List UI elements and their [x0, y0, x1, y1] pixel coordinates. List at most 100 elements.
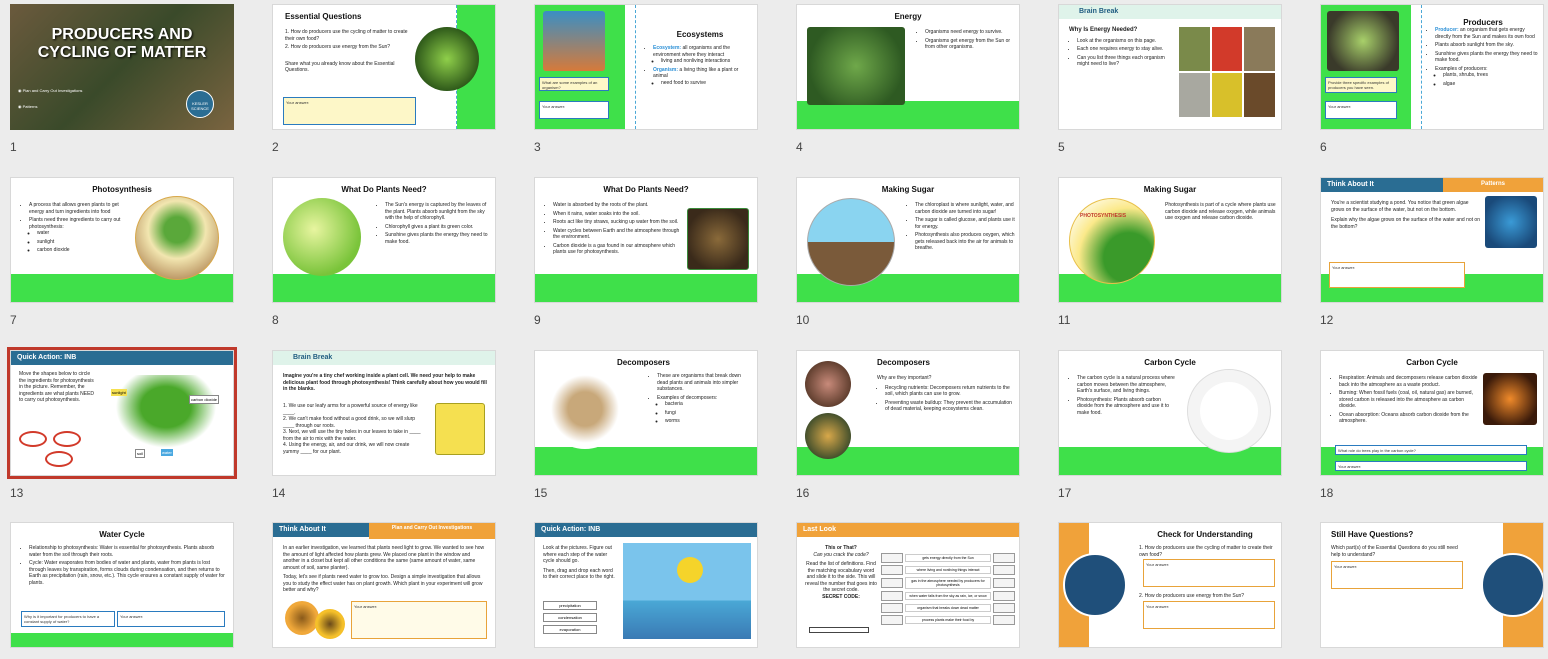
answer-box[interactable]: Your answer: — [351, 601, 487, 639]
slide-number: 3 — [534, 140, 541, 154]
slide-title: Carbon Cycle — [1144, 358, 1196, 367]
seedling-image — [415, 27, 479, 91]
label-soil: soil — [135, 449, 146, 458]
drag-word-precipitation[interactable]: precipitation — [543, 601, 597, 610]
slide-thumb-20[interactable]: Think About It Plan and Carry Out Invest… — [262, 522, 498, 659]
plant-diagram — [807, 198, 895, 286]
slide-number: 4 — [796, 140, 803, 154]
slide-number: 14 — [272, 486, 286, 500]
drag-word-condensation[interactable]: condensation — [543, 613, 597, 622]
slide-thumb-22[interactable]: Last Look This or That? Can you crack the… — [786, 522, 1022, 659]
slide-number: 9 — [534, 313, 541, 327]
label-sunlight: sunlight — [111, 389, 127, 396]
circle-shape[interactable] — [45, 451, 73, 467]
slide-title: Water Cycle — [99, 530, 145, 539]
slide-number: 8 — [272, 313, 279, 327]
header-banner: Think About It — [1321, 178, 1443, 192]
slide-thumb-18[interactable]: Carbon Cycle Respiration: Animals and de… — [1310, 350, 1546, 500]
answer-box[interactable]: Your answer: — [283, 97, 416, 125]
tree-diagram — [107, 375, 225, 455]
slide-number: 18 — [1320, 486, 1334, 500]
header-banner: Quick Action: INB — [535, 523, 757, 537]
coral-reef-image — [543, 11, 605, 71]
slide-thumb-1[interactable]: PRODUCERS AND CYCLING OF MATTER ◉ Plan a… — [0, 4, 236, 154]
slide-thumb-6[interactable]: Provide three specific examples of produ… — [1310, 4, 1546, 154]
answer-box-2[interactable]: Your answer: — [1143, 601, 1275, 629]
water-cycle-image — [623, 543, 751, 639]
header-banner: Quick Action: INB — [11, 351, 233, 365]
slide-thumb-11[interactable]: Making Sugar PHOTOSYNTHESIS Photosynthes… — [1048, 177, 1284, 327]
slide-number: 15 — [534, 486, 548, 500]
question-prompt: What role do trees play in the carbon cy… — [1335, 445, 1527, 455]
slide-title: What Do Plants Need? — [341, 185, 427, 194]
mushrooms-image — [545, 369, 625, 449]
photosynthesis-diagram — [135, 196, 219, 280]
slide-number: 6 — [1320, 140, 1327, 154]
sunflower-image-2 — [315, 609, 345, 639]
secret-code-field[interactable] — [809, 627, 869, 633]
slide-number: 11 — [1058, 313, 1071, 327]
question-person-icon — [1063, 553, 1127, 617]
label-water: water — [161, 449, 173, 456]
slide-title: Decomposers — [617, 358, 670, 367]
slide-thumb-8[interactable]: What Do Plants Need? The Sun's energy is… — [262, 177, 498, 327]
slide-thumb-23[interactable]: Check for Understanding 1. How do produc… — [1048, 522, 1284, 659]
answer-box-1[interactable]: Your answer: — [1143, 559, 1275, 587]
answer-box[interactable]: Your answer: — [1331, 561, 1463, 589]
leaf-image — [283, 198, 361, 276]
circle-shape[interactable] — [19, 431, 47, 447]
sprout-image — [1327, 11, 1399, 71]
slide-number: 5 — [1058, 140, 1065, 154]
slide-number: 2 — [272, 140, 279, 154]
burning-image — [1483, 373, 1537, 425]
slide-title: Check for Understanding — [1157, 530, 1253, 539]
slide-thumb-17[interactable]: Carbon Cycle The carbon cycle is a natur… — [1048, 350, 1284, 500]
slide-thumb-7[interactable]: Photosynthesis A process that allows gre… — [0, 177, 236, 327]
slide-thumb-15[interactable]: Decomposers These are organisms that bre… — [524, 350, 760, 500]
pond-sample-image — [1485, 196, 1537, 248]
slide-thumb-10[interactable]: Making Sugar The chloroplast is where su… — [786, 177, 1022, 327]
slide-title: Carbon Cycle — [1406, 358, 1458, 367]
slide-thumb-13[interactable]: Quick Action: INB Move the shapes below … — [0, 347, 237, 500]
circle-shape[interactable] — [53, 431, 81, 447]
slide-number: 12 — [1320, 313, 1334, 327]
carbon-cycle-diagram — [1187, 369, 1271, 453]
slide-thumb-4[interactable]: Energy Organisms need energy to survive.… — [786, 4, 1022, 154]
slide-thumb-3[interactable]: What are some examples of an organism? Y… — [524, 4, 760, 154]
answer-box[interactable]: Your answer: — [1335, 461, 1527, 471]
organism-grid — [1179, 27, 1275, 117]
question-prompt: Provide three specific examples of produ… — [1325, 77, 1397, 93]
answer-box[interactable]: Your answer: — [117, 611, 225, 627]
photosynthesis-leaf-diagram: PHOTOSYNTHESIS — [1069, 198, 1155, 284]
sun-icon — [677, 557, 703, 583]
label-carbon-dioxide: carbon dioxide — [189, 395, 220, 404]
slide-title: Ecosystems — [676, 30, 724, 39]
slide-thumb-24[interactable]: Still Have Questions? Which part(s) of t… — [1310, 522, 1546, 659]
answer-box[interactable]: Your answer: — [539, 101, 609, 119]
slide-thumb-9[interactable]: What Do Plants Need? Water is absorbed b… — [524, 177, 760, 327]
slide-number: 7 — [10, 313, 17, 327]
concept-tag: Patterns — [1443, 178, 1543, 192]
slide-thumb-21[interactable]: Quick Action: INB Look at the pictures. … — [524, 522, 760, 659]
slide-title: Energy — [894, 12, 922, 21]
question-prompt: Why is it important for producers to hav… — [21, 611, 115, 627]
slide-thumb-14[interactable]: Brain Break Imagine you're a tiny chef w… — [262, 350, 498, 500]
concept-label: ◉ Patterns — [18, 104, 38, 109]
header-banner: Brain Break — [273, 351, 495, 365]
slide-thumb-16[interactable]: Decomposers Why are they important?Recyc… — [786, 350, 1022, 500]
slide-thumb-19[interactable]: Water Cycle Relationship to photosynthes… — [0, 522, 236, 659]
kesler-logo: KESLER SCIENCE — [186, 90, 214, 118]
hands-soil-image — [687, 208, 749, 270]
slide-thumb-12[interactable]: Think About It Patterns You're a scienti… — [1310, 177, 1546, 327]
drag-word-evaporation[interactable]: evaporation — [543, 625, 597, 634]
answer-box[interactable]: Your answer: — [1325, 101, 1397, 119]
worms-image — [805, 361, 851, 407]
fungi-image — [805, 413, 851, 459]
definitions-table: gets energy directly from the Sun where … — [881, 553, 1015, 625]
practice-tag: Plan and Carry Out Investigations — [369, 523, 495, 539]
answer-box[interactable]: Your answer: — [1329, 262, 1465, 288]
practice-label: ◉ Plan and Carry Out Investigations — [18, 88, 83, 93]
slide-thumb-5[interactable]: Brain Break Why Is Energy Needed?Look at… — [1048, 4, 1284, 154]
slide-thumb-2[interactable]: Essential Questions 1. How do producers … — [262, 4, 498, 154]
question-prompt: What are some examples of an organism? — [539, 77, 609, 91]
